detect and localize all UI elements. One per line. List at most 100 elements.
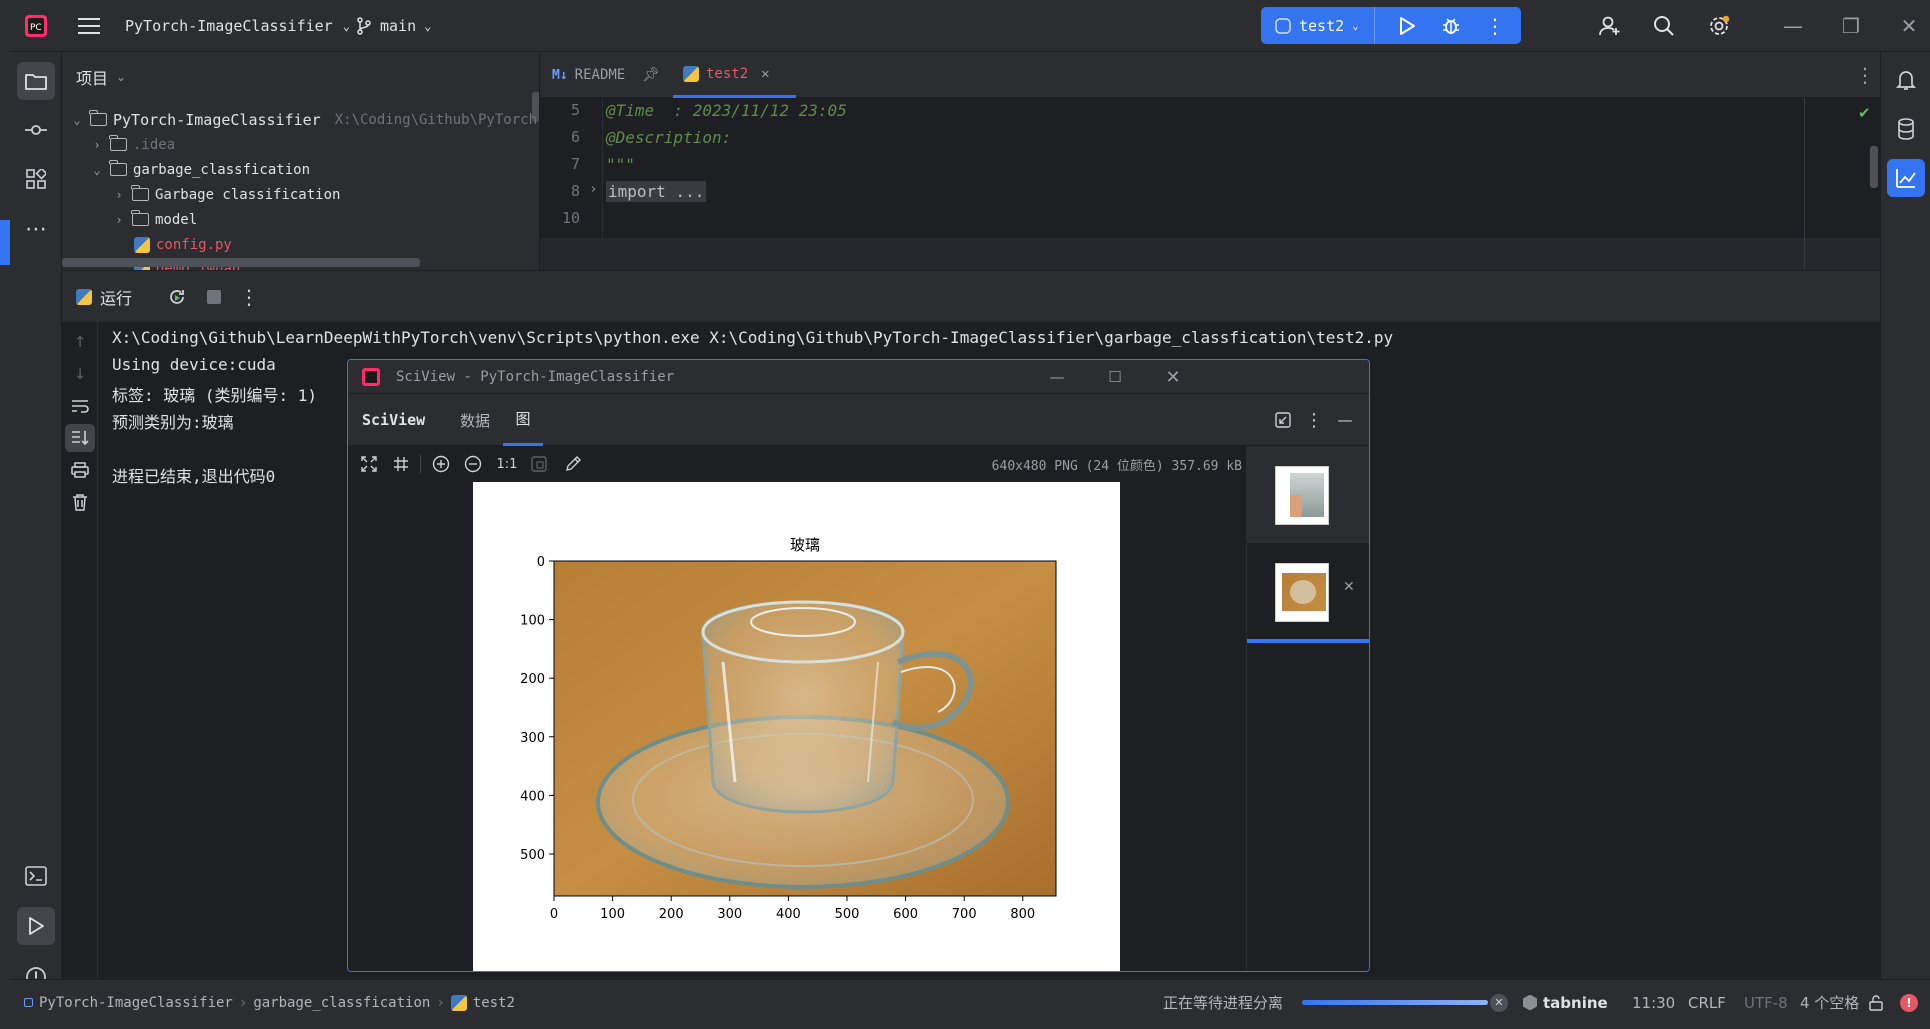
right-tool-rail: [1880, 52, 1930, 979]
tree-item-label: config.py: [156, 236, 232, 253]
hide-panel-icon[interactable]: —: [1330, 394, 1360, 446]
caret-position[interactable]: 11:30: [1632, 980, 1675, 1025]
settings-gear-icon[interactable]: [1707, 0, 1731, 52]
restore-window-icon[interactable]: ❐: [1822, 0, 1880, 52]
tab-data[interactable]: 数据: [460, 394, 490, 446]
x-tick-label: 0: [550, 907, 558, 922]
run-tool-header: 运行 ⋮: [62, 270, 1880, 322]
branch-switcher[interactable]: main ⌄: [356, 0, 431, 52]
tab-options-icon[interactable]: ⋮: [1850, 52, 1880, 98]
file-encoding[interactable]: UTF-8: [1744, 980, 1788, 1025]
project-panel-header[interactable]: 项目 ⌄: [76, 62, 126, 92]
minimize-window-icon[interactable]: —: [1764, 0, 1822, 52]
process-status: 正在等待进程分离: [1163, 994, 1284, 1012]
tree-item-garbage-classfication[interactable]: ⌄ garbage_classfication: [90, 157, 310, 182]
zoom-in-icon[interactable]: [428, 446, 454, 482]
maximize-window-icon[interactable]: ☐: [1086, 360, 1144, 394]
sciview-window: SciView - PyTorch-ImageClassifier — ☐ ✕ …: [347, 359, 1370, 972]
zoom-out-icon[interactable]: [460, 446, 486, 482]
breadcrumb-item[interactable]: test2: [473, 995, 515, 1011]
cancel-process-icon[interactable]: ✕: [1490, 980, 1508, 1025]
color-picker-icon[interactable]: [560, 446, 586, 482]
plot-figure: 0 100 200 300 400 500 600 700 800 0 100 200 300 400 50…: [473, 482, 1120, 971]
tab-readme[interactable]: M↓ README 📌︎: [552, 52, 660, 98]
sciview-plots-icon[interactable]: [1887, 159, 1925, 197]
fit-to-window-icon[interactable]: [356, 446, 382, 482]
notifications-bell-icon[interactable]: [1887, 61, 1925, 99]
run-tool-icon[interactable]: [17, 907, 55, 945]
tab-test2[interactable]: test2 ✕: [673, 52, 796, 98]
tree-item-model[interactable]: › model: [112, 207, 197, 232]
trash-icon[interactable]: [66, 488, 94, 516]
run-config-selector[interactable]: test2 ⌄: [1261, 7, 1375, 44]
tree-item-idea[interactable]: › .idea: [90, 132, 175, 157]
sciview-more-icon[interactable]: ⋮: [1301, 394, 1327, 446]
run-icon[interactable]: [1389, 7, 1425, 44]
soft-wrap-icon[interactable]: [66, 392, 94, 420]
project-folder-icon[interactable]: [17, 62, 55, 100]
tree-item-garbage-classification-folder[interactable]: › Garbage classification: [112, 182, 340, 207]
search-icon[interactable]: [1653, 0, 1675, 52]
fold-chevron-icon[interactable]: ›: [591, 182, 596, 197]
fit-zoom-icon[interactable]: [526, 446, 552, 482]
lock-icon[interactable]: [1868, 980, 1884, 1025]
run-tab[interactable]: 运行: [76, 271, 132, 323]
folder-icon: [109, 160, 127, 176]
sciview-titlebar[interactable]: SciView - PyTorch-ImageClassifier — ☐ ✕: [348, 360, 1369, 394]
chevron-down-icon: ⌄: [116, 70, 127, 84]
tabnine-widget[interactable]: tabnine: [1523, 980, 1608, 1025]
code-line: @Description:: [606, 128, 732, 147]
thumbnail-1[interactable]: [1247, 446, 1369, 543]
tree-root[interactable]: ⌄ PyTorch-ImageClassifier X:\Coding\Gith…: [70, 107, 539, 132]
code-editor[interactable]: 5 6 7 8 10 › @Time : 2023/11/12 23:05 @D…: [540, 98, 1880, 270]
line-ending[interactable]: CRLF: [1688, 980, 1726, 1025]
scroll-to-end-icon[interactable]: [65, 424, 95, 452]
structure-icon[interactable]: [17, 160, 55, 198]
folded-imports[interactable]: import ...: [606, 181, 707, 202]
tab-plots[interactable]: 图: [503, 394, 543, 446]
run-more-icon[interactable]: ⋮: [234, 271, 264, 323]
project-switcher[interactable]: PyTorch-ImageClassifier ⌄: [125, 0, 350, 52]
tree-item-label: Garbage classification: [155, 186, 341, 203]
ide-logo: [362, 368, 380, 386]
python-file-icon: [134, 236, 150, 253]
markdown-icon: M↓: [552, 67, 568, 83]
add-user-icon[interactable]: [1598, 0, 1622, 52]
close-window-icon[interactable]: ✕: [1144, 360, 1202, 394]
arrow-down-icon[interactable]: ↓: [66, 360, 94, 388]
actual-size-button[interactable]: 1:1: [492, 446, 522, 482]
close-thumbnail-icon[interactable]: ✕: [1343, 579, 1355, 595]
expand-icon[interactable]: [1268, 394, 1298, 446]
minimize-window-icon[interactable]: —: [1028, 360, 1086, 394]
more-tools-icon[interactable]: ⋯: [17, 210, 55, 248]
editor-scrollbar[interactable]: [1870, 146, 1878, 188]
thumbnail-2[interactable]: ✕: [1247, 543, 1369, 643]
rerun-icon[interactable]: [162, 271, 192, 323]
close-tab-icon[interactable]: ✕: [761, 66, 769, 82]
tree-item-config-py[interactable]: config.py: [134, 232, 232, 257]
more-actions-icon[interactable]: ⋮: [1477, 7, 1513, 44]
debug-icon[interactable]: [1433, 7, 1469, 44]
grid-icon[interactable]: [388, 446, 414, 482]
database-icon[interactable]: [1887, 110, 1925, 148]
pin-icon[interactable]: 📌︎: [642, 67, 660, 83]
horizontal-scrollbar[interactable]: [62, 258, 420, 267]
indent-setting[interactable]: 4 个空格: [1800, 980, 1859, 1025]
commit-icon[interactable]: [17, 111, 55, 149]
inspection-ok-icon[interactable]: ✔: [1858, 104, 1871, 122]
breadcrumb-item[interactable]: garbage_classfication: [253, 995, 430, 1011]
breadcrumb-item[interactable]: PyTorch-ImageClassifier: [39, 995, 233, 1011]
image-canvas[interactable]: 0 100 200 300 400 500 600 700 800 0 100 200 300 400 50…: [348, 482, 1246, 971]
print-icon[interactable]: [66, 456, 94, 484]
arrow-up-icon[interactable]: ↑: [66, 328, 94, 356]
tabnine-icon: [1523, 994, 1537, 1011]
active-indicator: [0, 220, 10, 265]
main-menu-icon[interactable]: [78, 0, 100, 52]
close-window-icon[interactable]: ✕: [1880, 0, 1930, 52]
error-indicator-icon[interactable]: !: [1900, 980, 1918, 1025]
terminal-icon[interactable]: [17, 857, 55, 895]
breadcrumb: PyTorch-ImageClassifier › garbage_classf…: [24, 980, 515, 1025]
plot-thumbnails: ✕: [1246, 446, 1369, 971]
left-edge-strip: [0, 0, 10, 1029]
stop-icon[interactable]: [199, 271, 229, 323]
